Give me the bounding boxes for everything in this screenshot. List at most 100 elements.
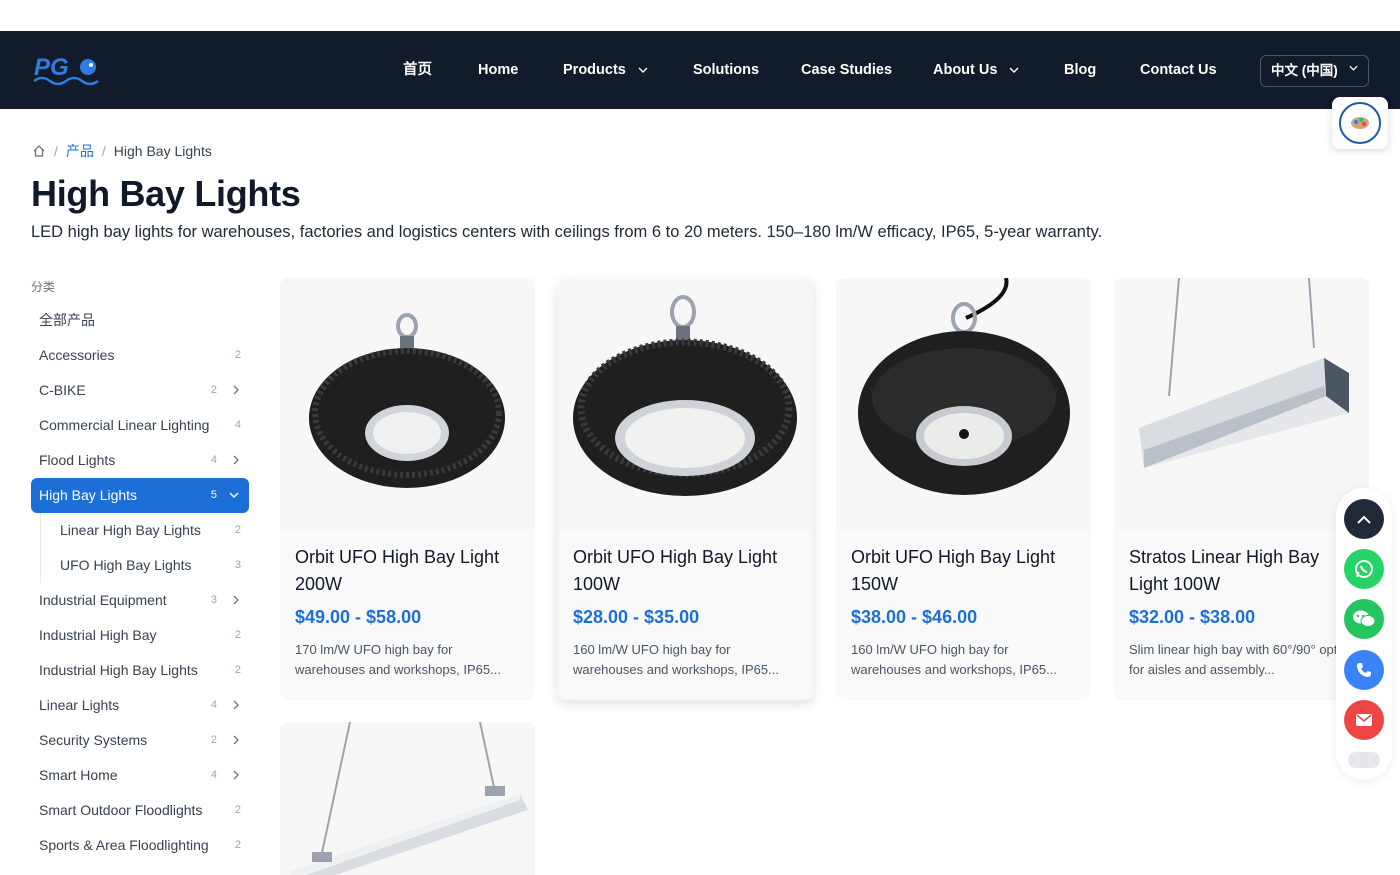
category-item-linear-lights[interactable]: Linear Lights 4 xyxy=(31,688,249,723)
breadcrumb: / 产品 / High Bay Lights xyxy=(32,141,212,161)
site-logo[interactable]: PG xyxy=(32,53,104,89)
category-item-high-bay-lights[interactable]: High Bay Lights 5 xyxy=(31,478,249,513)
product-name[interactable]: Orbit UFO High Bay Light 100W xyxy=(573,544,798,598)
chevron-down-icon xyxy=(1009,67,1019,74)
product-description: Slim linear high bay with 60°/90° optics… xyxy=(1129,642,1354,677)
category-count: 4 xyxy=(210,454,217,466)
nav-solutions[interactable]: Solutions xyxy=(693,31,759,109)
category-item-accessories[interactable]: Accessories 2 xyxy=(31,338,249,373)
main-navbar: PG 首页 Home Products Solutions Case Studi… xyxy=(0,31,1400,109)
product-image[interactable] xyxy=(280,278,535,531)
chevron-down-icon xyxy=(1349,65,1358,71)
product-name[interactable]: Orbit UFO High Bay Light 200W xyxy=(295,544,520,598)
product-price: $38.00 - $46.00 xyxy=(851,607,978,627)
chevron-right-icon[interactable] xyxy=(233,455,239,465)
wechat-icon xyxy=(1353,610,1376,627)
home-icon[interactable] xyxy=(32,144,46,158)
page-title: High Bay Lights xyxy=(31,173,301,214)
category-item-sports-area-floodlighting[interactable]: Sports & Area Floodlighting 2 xyxy=(31,828,249,863)
category-item-commercial-linear[interactable]: Commercial Linear Lighting 4 xyxy=(31,408,249,443)
product-card[interactable]: Stratos Linear High Bay Light 100W $32.0… xyxy=(1114,278,1369,700)
category-count: 2 xyxy=(210,734,217,746)
chevron-right-icon[interactable] xyxy=(233,385,239,395)
category-item-industrial-high-bay[interactable]: Industrial High Bay 2 xyxy=(31,618,249,653)
category-count: 2 xyxy=(210,384,217,396)
nav-products[interactable]: Products xyxy=(563,31,648,109)
product-description: 160 lm/W UFO high bay for warehouses and… xyxy=(573,642,779,677)
category-count: 2 xyxy=(234,804,241,816)
product-price: $28.00 - $35.00 xyxy=(573,607,700,627)
breadcrumb-separator: / xyxy=(54,143,58,159)
product-card[interactable]: Orbit UFO High Bay Light 200W $49.00 - $… xyxy=(280,278,535,700)
phone-button[interactable] xyxy=(1344,650,1384,690)
palette-icon xyxy=(1351,117,1369,129)
product-card[interactable]: Orbit UFO High Bay Light 100W $28.00 - $… xyxy=(558,278,813,700)
chevron-down-icon xyxy=(638,67,648,74)
widget-ring xyxy=(1339,102,1381,144)
chevron-right-icon[interactable] xyxy=(233,595,239,605)
product-image[interactable] xyxy=(558,278,813,531)
category-count: 2 xyxy=(234,839,241,851)
whatsapp-button[interactable] xyxy=(1344,549,1384,589)
chevron-up-icon xyxy=(1357,515,1371,524)
product-description: 160 lm/W UFO high bay for warehouses and… xyxy=(851,642,1057,677)
product-price: $32.00 - $38.00 xyxy=(1129,607,1256,627)
nav-blog[interactable]: Blog xyxy=(1064,31,1096,109)
category-count: 2 xyxy=(234,524,241,536)
category-count: 2 xyxy=(234,664,241,676)
category-item-all[interactable]: 全部产品 xyxy=(31,303,249,338)
category-item-industrial-high-bay-lights[interactable]: Industrial High Bay Lights 2 xyxy=(31,653,249,688)
chevron-down-icon[interactable] xyxy=(229,492,239,498)
category-item-industrial-equipment[interactable]: Industrial Equipment 3 xyxy=(31,583,249,618)
page-description: LED high bay lights for warehouses, fact… xyxy=(31,223,1103,241)
language-selector[interactable]: 中文 (中国) xyxy=(1260,55,1369,87)
nav-about-us[interactable]: About Us xyxy=(933,31,1019,109)
chevron-right-icon[interactable] xyxy=(233,735,239,745)
category-count: 4 xyxy=(234,419,241,431)
mail-icon xyxy=(1356,714,1372,726)
category-item-smart-home[interactable]: Smart Home 4 xyxy=(31,758,249,793)
category-count: 3 xyxy=(210,594,217,606)
svg-text:PG: PG xyxy=(34,54,69,81)
top-strip xyxy=(0,0,1400,31)
product-name[interactable]: Stratos Linear High Bay Light 100W xyxy=(1129,544,1354,598)
category-heading: 分类 xyxy=(31,280,56,294)
drag-handle[interactable] xyxy=(1348,752,1380,768)
category-count: 2 xyxy=(234,629,241,641)
category-count: 4 xyxy=(210,769,217,781)
category-count: 5 xyxy=(210,489,217,501)
product-image[interactable] xyxy=(1114,278,1369,531)
phone-icon xyxy=(1357,663,1371,677)
chevron-right-icon[interactable] xyxy=(233,770,239,780)
product-price: $49.00 - $58.00 xyxy=(295,607,422,627)
breadcrumb-separator: / xyxy=(101,143,106,159)
whatsapp-icon xyxy=(1355,560,1373,578)
wechat-button[interactable] xyxy=(1344,599,1384,639)
category-item-security-systems[interactable]: Security Systems 2 xyxy=(31,723,249,758)
category-item-flood-lights[interactable]: Flood Lights 4 xyxy=(31,443,249,478)
nav-home-zh[interactable]: 首页 xyxy=(403,31,432,109)
category-item-linear-high-bay[interactable]: Linear High Bay Lights 2 xyxy=(40,513,249,548)
nav-home[interactable]: Home xyxy=(478,31,518,109)
category-list: 全部产品 Accessories 2 C-BIKE 2 Commercial Lin… xyxy=(31,303,249,863)
category-count: 2 xyxy=(234,349,241,361)
category-count: 3 xyxy=(234,559,241,571)
category-item-ufo-high-bay[interactable]: UFO High Bay Lights 3 xyxy=(40,548,249,583)
chevron-right-icon[interactable] xyxy=(233,700,239,710)
category-count: 4 xyxy=(210,699,217,711)
breadcrumb-link-products[interactable]: 产品 xyxy=(66,141,94,161)
nav-case-studies[interactable]: Case Studies xyxy=(801,31,892,109)
product-image[interactable] xyxy=(836,278,1091,531)
product-description: 170 lm/W UFO high bay for warehouses and… xyxy=(295,642,501,677)
scroll-to-top-button[interactable] xyxy=(1344,499,1384,539)
product-card-image-partial[interactable] xyxy=(280,722,535,875)
category-item-c-bike[interactable]: C-BIKE 2 xyxy=(31,373,249,408)
category-item-smart-outdoor-floodlights[interactable]: Smart Outdoor Floodlights 2 xyxy=(31,793,249,828)
floating-widget-badge[interactable] xyxy=(1332,97,1388,149)
breadcrumb-current: High Bay Lights xyxy=(113,143,212,159)
product-name[interactable]: Orbit UFO High Bay Light 150W xyxy=(851,544,1076,598)
nav-contact-us[interactable]: Contact Us xyxy=(1140,31,1217,109)
email-button[interactable] xyxy=(1344,700,1384,740)
product-card[interactable]: Orbit UFO High Bay Light 150W $38.00 - $… xyxy=(836,278,1091,700)
product-image[interactable] xyxy=(280,722,535,875)
